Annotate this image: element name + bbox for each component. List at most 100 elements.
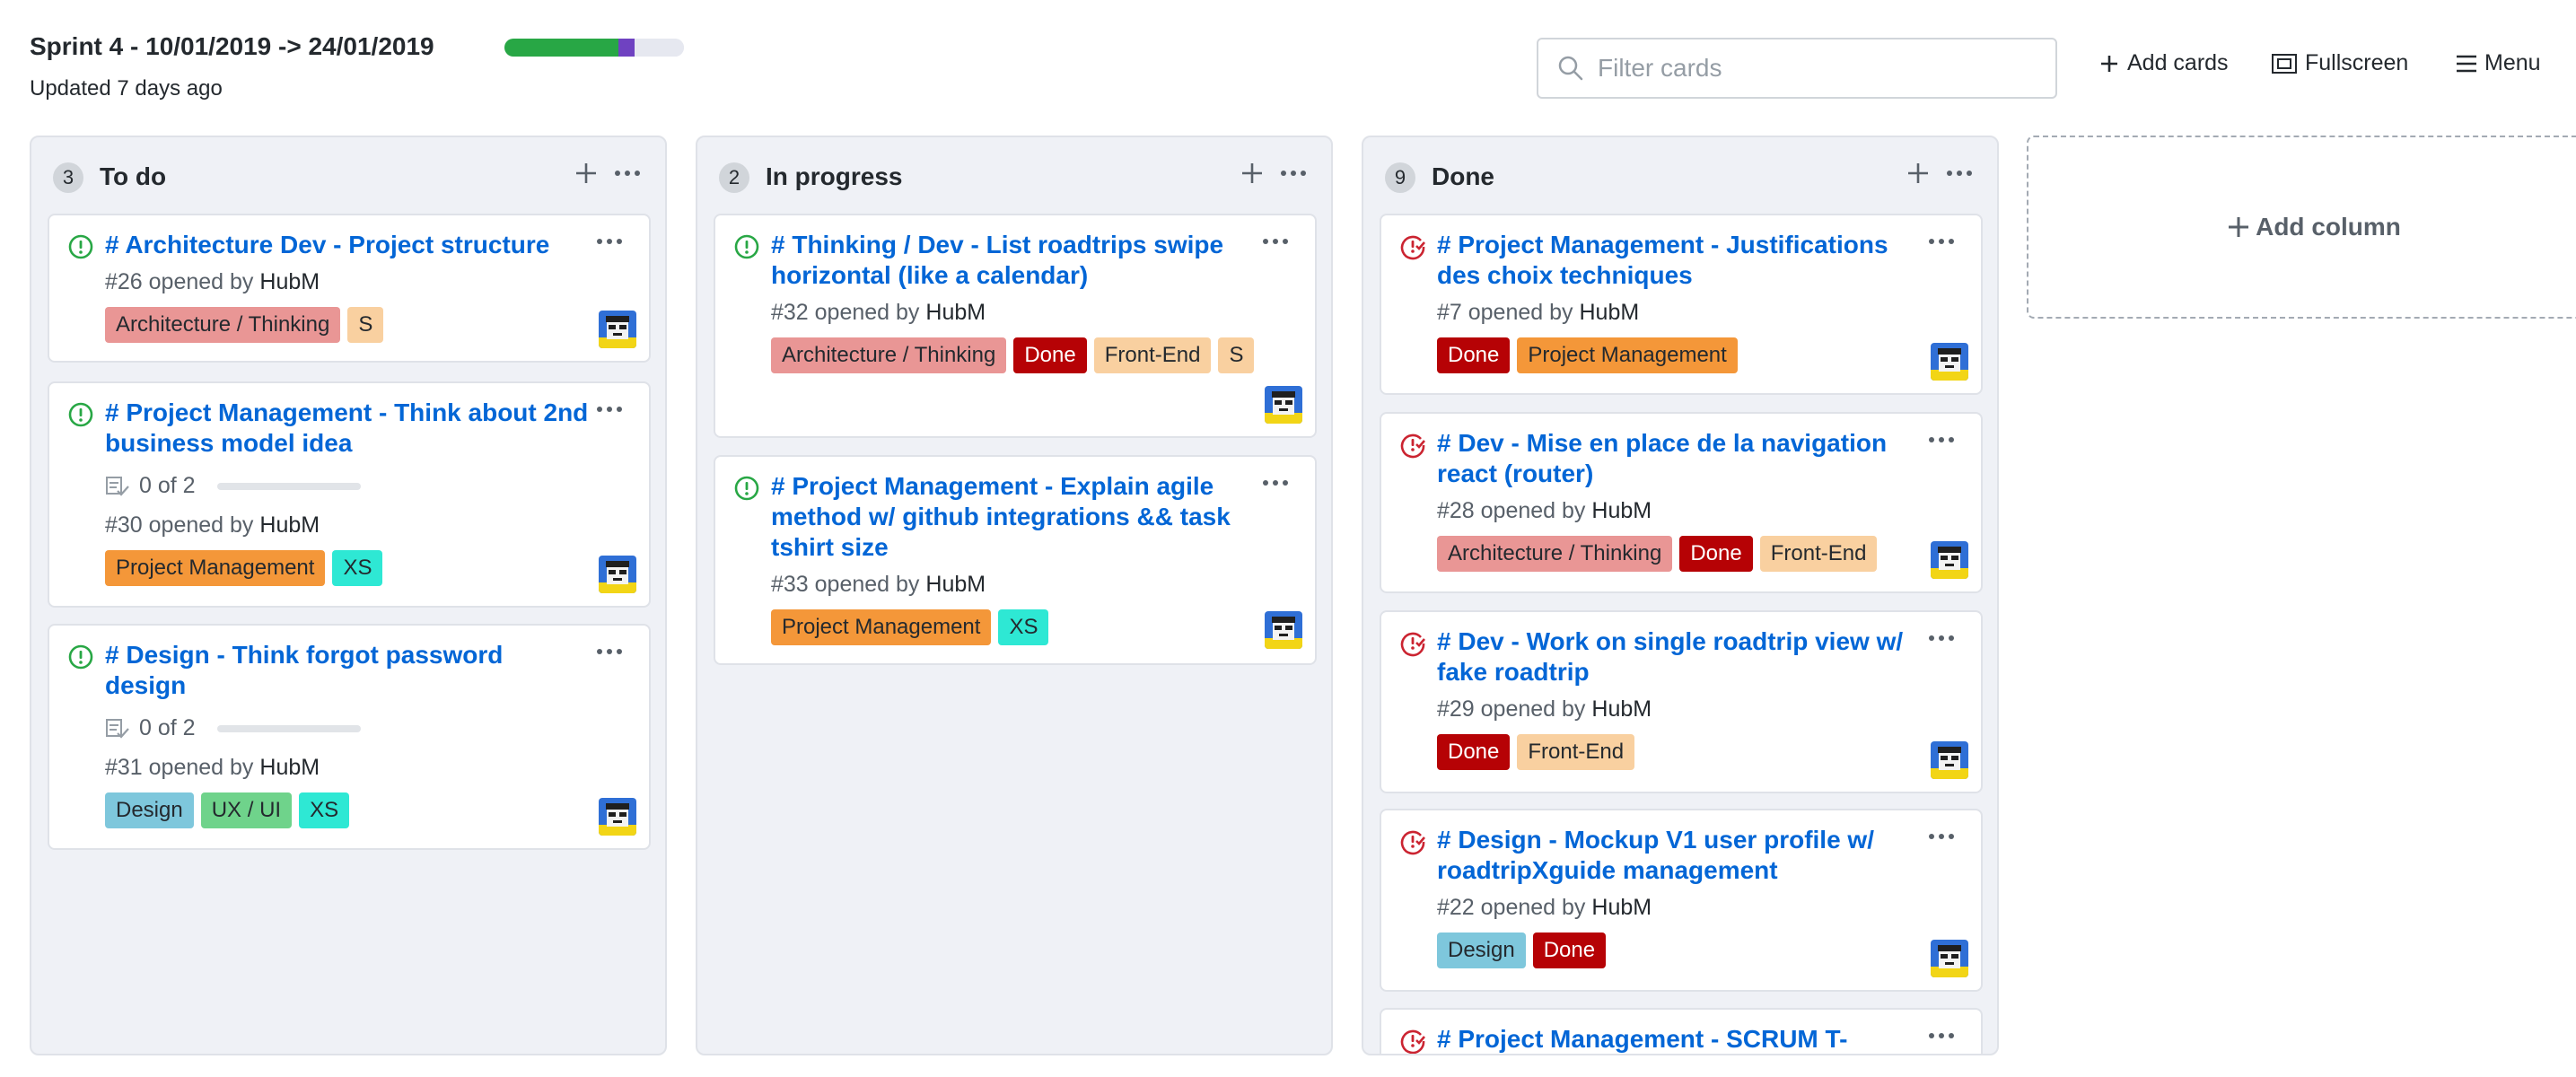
card-title[interactable]: # Project Management - Explain agile met…: [771, 471, 1256, 563]
avatar[interactable]: [599, 311, 636, 348]
filter-cards-field[interactable]: [1537, 38, 2057, 99]
card-author[interactable]: HubM: [925, 300, 986, 325]
issue-card[interactable]: # Project Management - SCRUM T-: [1380, 1008, 1983, 1054]
issue-card[interactable]: # Project Management - Justifications de…: [1380, 214, 1983, 395]
label-tag[interactable]: Front-End: [1759, 536, 1878, 572]
more-icon[interactable]: [1275, 157, 1311, 189]
menu-label: Menu: [2484, 50, 2541, 75]
label-tag[interactable]: Architecture / Thinking: [771, 337, 1007, 373]
card-more-icon[interactable]: [591, 638, 627, 665]
card-labels: Project Management XS: [771, 609, 1256, 645]
label-tag[interactable]: XS: [299, 792, 350, 828]
issue-card[interactable]: # Thinking / Dev - List roadtrips swipe …: [714, 214, 1317, 438]
avatar[interactable]: [599, 798, 636, 836]
issue-card[interactable]: # Dev - Mise en place de la navigation r…: [1380, 412, 1983, 593]
card-author[interactable]: HubM: [1591, 696, 1652, 722]
label-tag[interactable]: Done: [1532, 933, 1607, 968]
label-tag[interactable]: Architecture / Thinking: [105, 307, 341, 343]
card-title[interactable]: # Design - Mockup V1 user profile w/ roa…: [1437, 825, 1922, 886]
menu-button[interactable]: Menu: [2456, 50, 2541, 76]
card-more-icon[interactable]: [1257, 469, 1293, 496]
card-author[interactable]: HubM: [259, 269, 320, 294]
avatar[interactable]: [1931, 741, 1968, 779]
label-tag[interactable]: Project Management: [105, 550, 326, 586]
column-title: To do: [100, 162, 167, 190]
card-more-icon[interactable]: [1923, 228, 1959, 255]
card-title[interactable]: # Project Management - Think about 2nd b…: [105, 398, 590, 459]
avatar[interactable]: [1931, 541, 1968, 579]
card-meta: #22 opened by HubM: [1437, 895, 1652, 921]
add-card-icon[interactable]: [570, 157, 602, 189]
card-author[interactable]: HubM: [1579, 300, 1639, 325]
column-title: Done: [1432, 162, 1494, 190]
card-more-icon[interactable]: [1923, 823, 1959, 850]
label-tag[interactable]: XS: [332, 550, 383, 586]
add-column-button[interactable]: Add column: [2027, 136, 2576, 319]
label-tag[interactable]: Done: [1437, 734, 1511, 770]
avatar[interactable]: [1265, 386, 1302, 424]
more-icon[interactable]: [1941, 157, 1977, 189]
label-tag[interactable]: XS: [998, 609, 1049, 645]
issue-card[interactable]: # Project Management - Think about 2nd b…: [48, 381, 651, 608]
issue-card[interactable]: # Project Management - Explain agile met…: [714, 455, 1317, 665]
more-icon[interactable]: [609, 157, 645, 189]
card-meta: #31 opened by HubM: [105, 755, 320, 781]
add-card-icon[interactable]: [1236, 157, 1268, 189]
card-title[interactable]: # Project Management - Justifications de…: [1437, 230, 1922, 291]
card-title[interactable]: # Thinking / Dev - List roadtrips swipe …: [771, 230, 1256, 291]
card-author[interactable]: HubM: [1591, 895, 1652, 920]
label-tag[interactable]: Done: [1013, 337, 1087, 373]
label-tag[interactable]: Architecture / Thinking: [1437, 536, 1673, 572]
add-card-icon[interactable]: [1902, 157, 1934, 189]
card-title[interactable]: # Architecture Dev - Project structure: [105, 230, 590, 260]
card-title[interactable]: # Project Management - SCRUM T-: [1437, 1024, 1922, 1054]
card-more-icon[interactable]: [591, 396, 627, 423]
card-labels: Architecture / Thinking S: [105, 307, 590, 343]
card-author[interactable]: HubM: [925, 572, 986, 597]
issue-card[interactable]: # Architecture Dev - Project structure #…: [48, 214, 651, 363]
avatar[interactable]: [1265, 611, 1302, 649]
avatar[interactable]: [599, 556, 636, 593]
card-more-icon[interactable]: [1923, 1022, 1959, 1049]
issue-card[interactable]: # Design - Mockup V1 user profile w/ roa…: [1380, 809, 1983, 992]
card-title[interactable]: # Dev - Work on single roadtrip view w/ …: [1437, 626, 1922, 687]
filter-cards-input[interactable]: [1598, 54, 2028, 83]
checklist-progress: 0 of 2: [139, 715, 196, 740]
checklist-progress-bar: [216, 724, 361, 732]
label-tag[interactable]: Done: [1679, 536, 1753, 572]
issue-card[interactable]: # Design - Think forgot password design …: [48, 624, 651, 850]
card-more-icon[interactable]: [591, 228, 627, 255]
checklist-progress: 0 of 2: [139, 473, 196, 498]
label-tag[interactable]: Design: [1437, 933, 1526, 968]
card-more-icon[interactable]: [1923, 426, 1959, 453]
add-cards-button[interactable]: Add cards: [2098, 50, 2229, 76]
card-author[interactable]: HubM: [1591, 498, 1652, 523]
issue-card[interactable]: # Dev - Work on single roadtrip view w/ …: [1380, 610, 1983, 793]
fullscreen-button[interactable]: Fullscreen: [2271, 50, 2408, 76]
label-tag[interactable]: Project Management: [771, 609, 992, 645]
card-labels: Architecture / Thinking Done Front-End: [1437, 536, 1922, 572]
label-tag[interactable]: S: [347, 307, 384, 343]
label-tag[interactable]: S: [1218, 337, 1255, 373]
card-more-icon[interactable]: [1257, 228, 1293, 255]
avatar[interactable]: [1931, 343, 1968, 381]
issue-closed-icon: [1399, 828, 1426, 855]
card-author[interactable]: HubM: [259, 755, 320, 780]
label-tag[interactable]: Done: [1437, 337, 1511, 373]
label-tag[interactable]: Front-End: [1093, 337, 1212, 373]
label-tag[interactable]: Design: [105, 792, 194, 828]
card-title[interactable]: # Dev - Mise en place de la navigation r…: [1437, 428, 1922, 489]
card-title[interactable]: # Design - Think forgot password design: [105, 640, 590, 701]
add-column-label: Add column: [2256, 213, 2401, 241]
card-meta-number: #22 opened by: [1437, 895, 1592, 920]
card-author[interactable]: HubM: [259, 512, 320, 538]
label-tag[interactable]: Front-End: [1517, 734, 1635, 770]
avatar[interactable]: [1931, 940, 1968, 977]
label-tag[interactable]: UX / UI: [200, 792, 293, 828]
label-tag[interactable]: Project Management: [1517, 337, 1738, 373]
card-labels: Design Done: [1437, 933, 1922, 968]
card-more-icon[interactable]: [1923, 625, 1959, 652]
card-meta: #7 opened by HubM: [1437, 300, 1639, 326]
checklist-icon: [105, 476, 130, 497]
checklist-icon: [105, 718, 130, 740]
